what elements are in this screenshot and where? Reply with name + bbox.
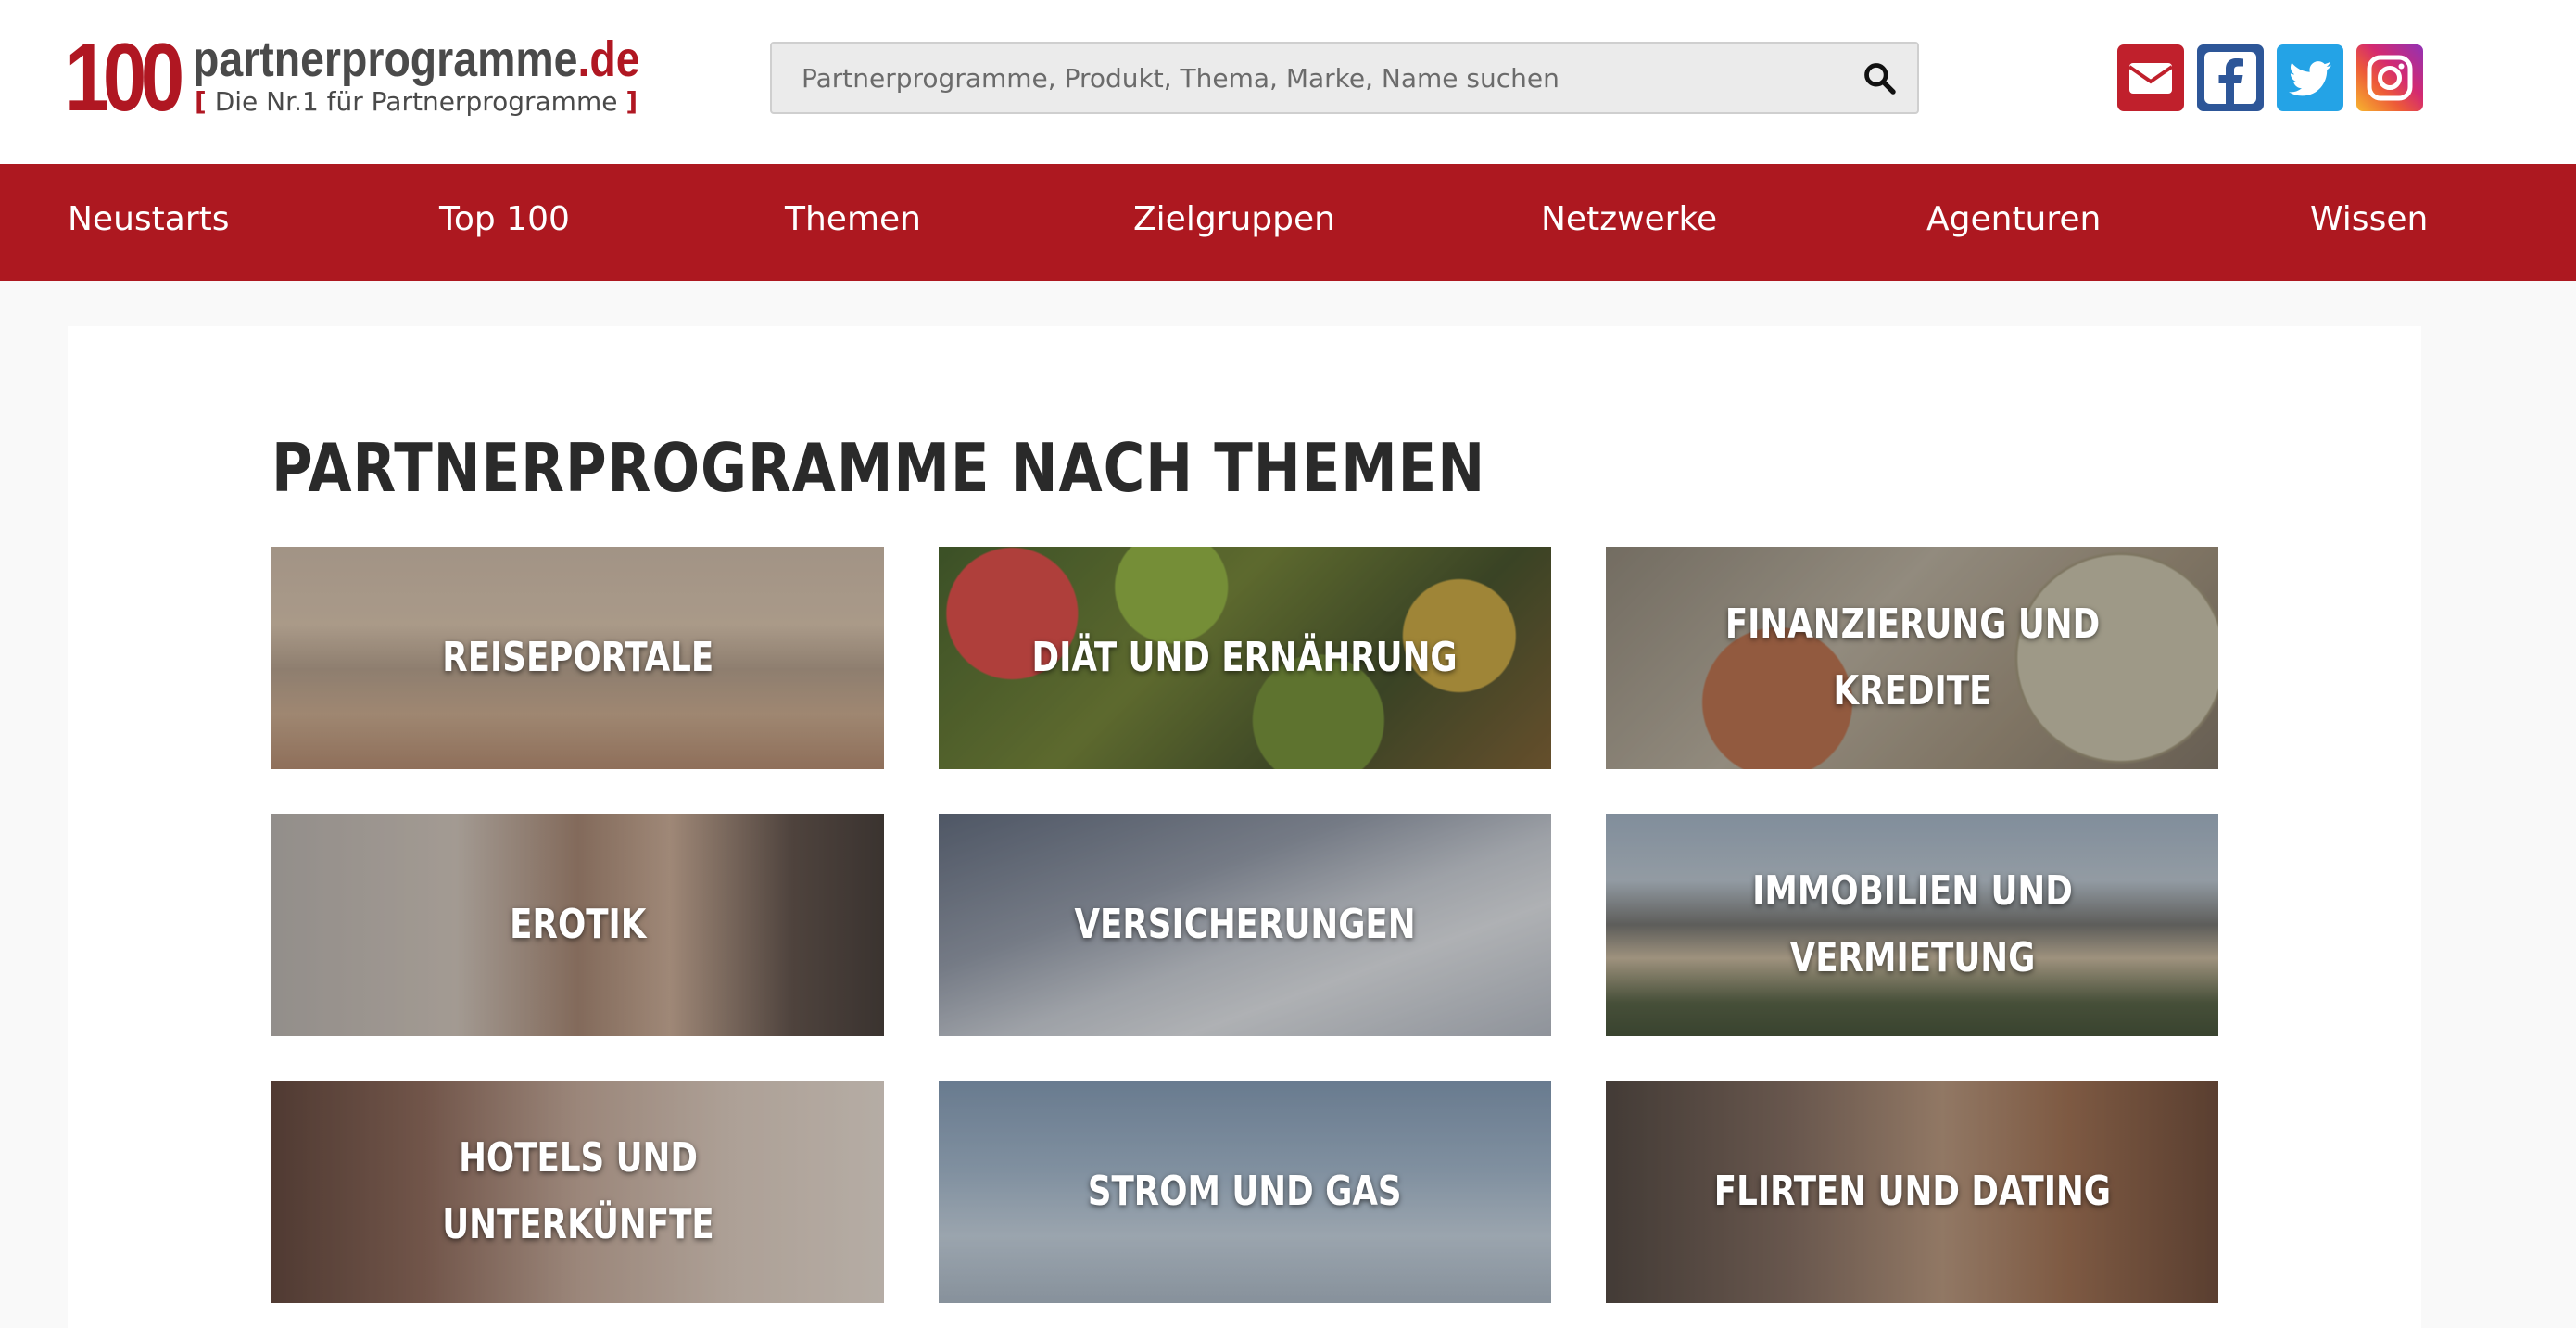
topic-tile-immobilien-vermietung[interactable]: IMMOBILIEN UND VERMIETUNG xyxy=(1606,814,2218,1036)
envelope-icon xyxy=(2128,63,2174,94)
topic-tile-finanzierung-kredite[interactable]: FINANZIERUNG UND KREDITE xyxy=(1606,547,2218,769)
tile-label: FLIRTEN UND DATING xyxy=(1713,1168,2111,1215)
logo-tagline: [ Die Nr.1 für Partnerprogramme ] xyxy=(195,85,638,119)
tile-label: IMMOBILIEN UND VERMIETUNG xyxy=(1751,867,2073,981)
instagram-button[interactable] xyxy=(2356,44,2423,111)
search-icon[interactable] xyxy=(1862,60,1897,95)
site-logo[interactable]: 100 partnerprogramme.de [ Die Nr.1 für P… xyxy=(65,24,640,132)
topic-tile-erotik[interactable]: EROTIK xyxy=(271,814,884,1036)
nav-item-wissen[interactable]: Wissen xyxy=(2310,164,2428,281)
tile-label: HOTELS UND UNTERKÜNFTE xyxy=(441,1134,714,1248)
nav-item-netzwerke[interactable]: Netzwerke xyxy=(1541,164,1717,281)
tile-label: FINANZIERUNG UND KREDITE xyxy=(1724,601,2100,715)
nav-item-top-100[interactable]: Top 100 xyxy=(439,164,570,281)
topic-tile-hotels-unterkuenfte[interactable]: HOTELS UND UNTERKÜNFTE xyxy=(271,1081,884,1303)
content-card: PARTNERPROGRAMME NACH THEMEN REISEPORTAL… xyxy=(68,326,2421,1328)
mail-button[interactable] xyxy=(2117,44,2184,111)
nav-item-zielgruppen[interactable]: Zielgruppen xyxy=(1133,164,1335,281)
nav-item-themen[interactable]: Themen xyxy=(785,164,921,281)
tile-label: REISEPORTALE xyxy=(442,634,713,681)
logo-name: partnerprogramme.de xyxy=(193,32,640,87)
logo-name-text: partnerprogramme xyxy=(193,32,578,87)
tile-label: DIÄT UND ERNÄHRUNG xyxy=(1031,634,1458,681)
topic-tile-diaet-ernaehrung[interactable]: DIÄT UND ERNÄHRUNG xyxy=(939,547,1551,769)
tagline-bracket-close: ] xyxy=(625,86,638,117)
topic-tile-versicherungen[interactable]: VERSICHERUNGEN xyxy=(939,814,1551,1036)
tile-label: STROM UND GAS xyxy=(1088,1168,1402,1215)
logo-tld: .de xyxy=(577,32,640,87)
tagline-bracket-open: [ xyxy=(195,86,207,117)
search-input[interactable] xyxy=(772,44,1847,112)
instagram-icon xyxy=(2367,55,2413,101)
topic-tile-strom-gas[interactable]: STROM UND GAS xyxy=(939,1081,1551,1303)
logo-number: 100 xyxy=(65,24,184,132)
tile-label: VERSICHERUNGEN xyxy=(1074,901,1416,948)
twitter-icon xyxy=(2289,61,2331,96)
main-nav: Neustarts Top 100 Themen Zielgruppen Net… xyxy=(0,164,2576,281)
topic-tile-flirten-dating[interactable]: FLIRTEN UND DATING xyxy=(1606,1081,2218,1303)
nav-item-agenturen[interactable]: Agenturen xyxy=(1926,164,2101,281)
facebook-button[interactable] xyxy=(2197,44,2264,111)
tile-label: EROTIK xyxy=(509,901,647,948)
nav-item-neustarts[interactable]: Neustarts xyxy=(68,164,230,281)
site-header: 100 partnerprogramme.de [ Die Nr.1 für P… xyxy=(0,0,2576,164)
topic-tile-reiseportale[interactable]: REISEPORTALE xyxy=(271,547,884,769)
twitter-button[interactable] xyxy=(2277,44,2343,111)
page-title: PARTNERPROGRAMME NACH THEMEN xyxy=(271,429,1486,507)
tagline-text: Die Nr.1 für Partnerprogramme xyxy=(206,86,626,117)
search-box xyxy=(770,42,1919,114)
facebook-icon xyxy=(2204,52,2256,104)
